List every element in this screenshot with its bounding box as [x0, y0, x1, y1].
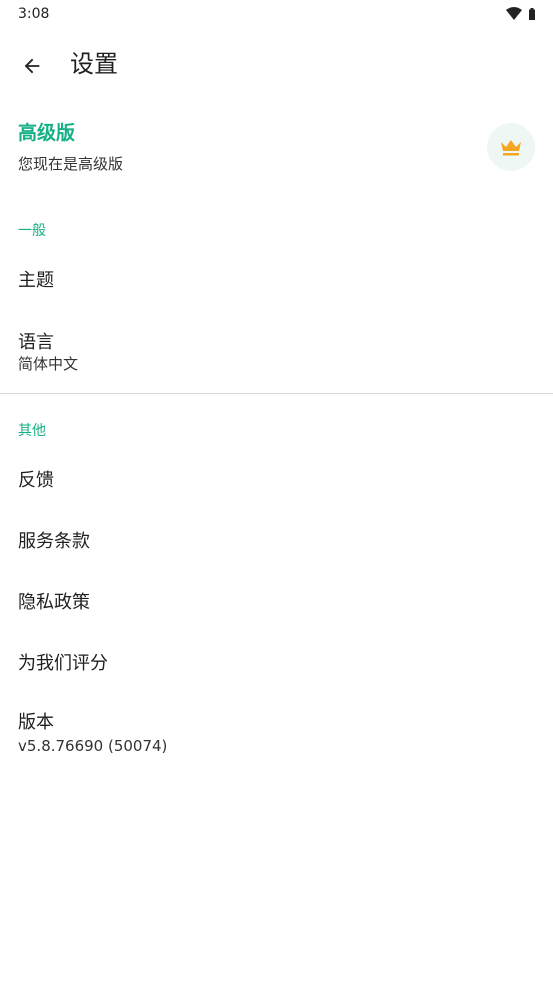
status-time: 3:08: [18, 6, 50, 22]
premium-row[interactable]: 高级版 您现在是高级版: [0, 112, 553, 192]
feedback-label: 反馈: [18, 470, 54, 491]
section-divider: [0, 393, 553, 394]
settings-item-rate[interactable]: 为我们评分: [0, 641, 553, 689]
back-button[interactable]: [16, 50, 48, 82]
wifi-icon: [506, 7, 522, 20]
premium-title: 高级版: [18, 122, 76, 144]
status-bar: 3:08: [0, 0, 553, 30]
settings-item-version[interactable]: 版本 v5.8.76690 (50074): [0, 702, 553, 766]
version-label: 版本: [18, 712, 54, 733]
settings-item-privacy[interactable]: 隐私政策: [0, 580, 553, 628]
premium-subtitle: 您现在是高级版: [18, 155, 124, 173]
crown-icon: [501, 140, 521, 156]
premium-badge: [487, 123, 535, 171]
language-label: 语言: [18, 332, 54, 353]
theme-label: 主题: [18, 270, 54, 291]
language-value: 简体中文: [18, 355, 79, 373]
toolbar: 设置: [0, 36, 553, 92]
privacy-label: 隐私政策: [18, 592, 90, 613]
settings-item-terms[interactable]: 服务条款: [0, 519, 553, 567]
rate-label: 为我们评分: [18, 653, 108, 674]
settings-item-feedback[interactable]: 反馈: [0, 458, 553, 506]
terms-label: 服务条款: [18, 531, 90, 552]
section-header-other: 其他: [18, 423, 46, 439]
page-title: 设置: [70, 50, 118, 78]
section-header-general: 一般: [18, 223, 46, 239]
version-value: v5.8.76690 (50074): [18, 737, 168, 755]
status-icons: [506, 7, 535, 20]
settings-item-theme[interactable]: 主题: [0, 258, 553, 306]
arrow-left-icon: [24, 58, 40, 74]
battery-icon: [529, 7, 535, 20]
settings-item-language[interactable]: 语言 简体中文: [0, 322, 553, 386]
